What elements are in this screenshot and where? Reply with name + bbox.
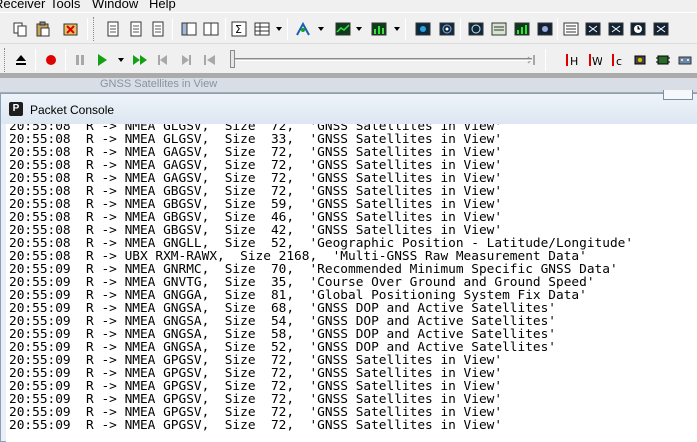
split-view-icon[interactable] [200,18,222,40]
histogram-view-icon[interactable] [511,18,533,40]
packet-console-log[interactable]: 20:55:08 R -> NMEA GLGSV, Size 72, 'GNSS… [6,124,697,442]
width-ruler-icon[interactable]: W [583,49,605,71]
hardware-chip-icon[interactable] [652,49,674,71]
document-view-icon[interactable] [147,18,169,40]
svg-text:Σ: Σ [235,23,242,36]
svg-text:c: c [616,55,622,68]
bar-chart-dropdown-icon[interactable] [394,27,400,31]
step-back-icon[interactable] [152,49,174,71]
statistics-icon[interactable]: Σ [228,18,250,40]
packet-console-titlebar[interactable]: P Packet Console [1,90,697,124]
network-icon[interactable] [674,49,696,71]
eject-icon[interactable] [10,49,32,71]
line-chart-icon[interactable] [332,18,354,40]
svg-text:H: H [570,55,578,68]
pause-icon[interactable] [69,49,91,71]
copy-icon[interactable] [9,18,31,40]
background-window-title: GNSS Satellites in View [100,78,218,90]
packet-console-icon[interactable] [488,18,510,40]
menu-help[interactable]: Help [149,0,176,12]
messages-view-icon[interactable] [605,18,627,40]
radar-view-icon[interactable] [436,18,458,40]
playback-slider-track[interactable] [232,58,532,61]
signal-view-icon[interactable] [465,18,487,40]
main-toolbar: Σ [0,12,697,43]
settings-chip-icon[interactable] [629,49,651,71]
delete-icon[interactable] [60,18,82,40]
deviation-map-icon[interactable] [650,18,672,40]
background-window-titlebar[interactable]: GNSS Satellites in View [0,78,697,92]
document-list-icon[interactable] [125,18,147,40]
message-list-icon[interactable] [560,18,582,40]
packet-console-window: P Packet Console 20:55:08 R -> NMEA GLGS… [0,90,697,442]
menu-window[interactable]: Window [92,0,138,12]
configuration-view-icon[interactable] [582,18,604,40]
counter-icon[interactable]: c [606,49,628,71]
packet-console-app-icon: P [9,102,23,116]
panel-view-icon[interactable] [178,18,200,40]
menu-tools[interactable]: Tools [50,0,80,12]
sky-plot-icon[interactable] [292,18,314,40]
menu-receiver[interactable]: Receiver [0,0,45,12]
playback-slider-thumb[interactable] [230,50,235,68]
log-line: 20:55:09 R -> NMEA GPGSV, Size 72, 'GNSS… [9,418,503,433]
table-view-icon[interactable] [251,18,273,40]
paste-icon[interactable] [32,18,54,40]
svg-text:W: W [592,55,602,68]
clock-view-icon[interactable] [627,18,649,40]
bar-chart-icon[interactable] [368,18,390,40]
step-forward-icon[interactable] [175,49,197,71]
maximize-button[interactable] [663,90,693,100]
record-icon[interactable] [40,49,62,71]
camera-view-icon[interactable] [534,18,556,40]
new-document-icon[interactable] [102,18,124,40]
fast-forward-icon[interactable] [129,49,151,71]
sky-plot-dropdown-icon[interactable] [318,27,324,31]
packet-console-title: Packet Console [30,103,115,117]
rewind-to-start-icon[interactable] [198,49,220,71]
play-icon[interactable] [91,49,113,71]
play-dropdown-icon[interactable] [118,58,124,62]
table-view-dropdown-icon[interactable] [276,27,282,31]
line-chart-dropdown-icon[interactable] [356,27,362,31]
menu-bar: Receiver Tools Window Help [0,0,697,12]
map-view-icon[interactable] [412,18,434,40]
height-ruler-icon[interactable]: H [560,49,582,71]
